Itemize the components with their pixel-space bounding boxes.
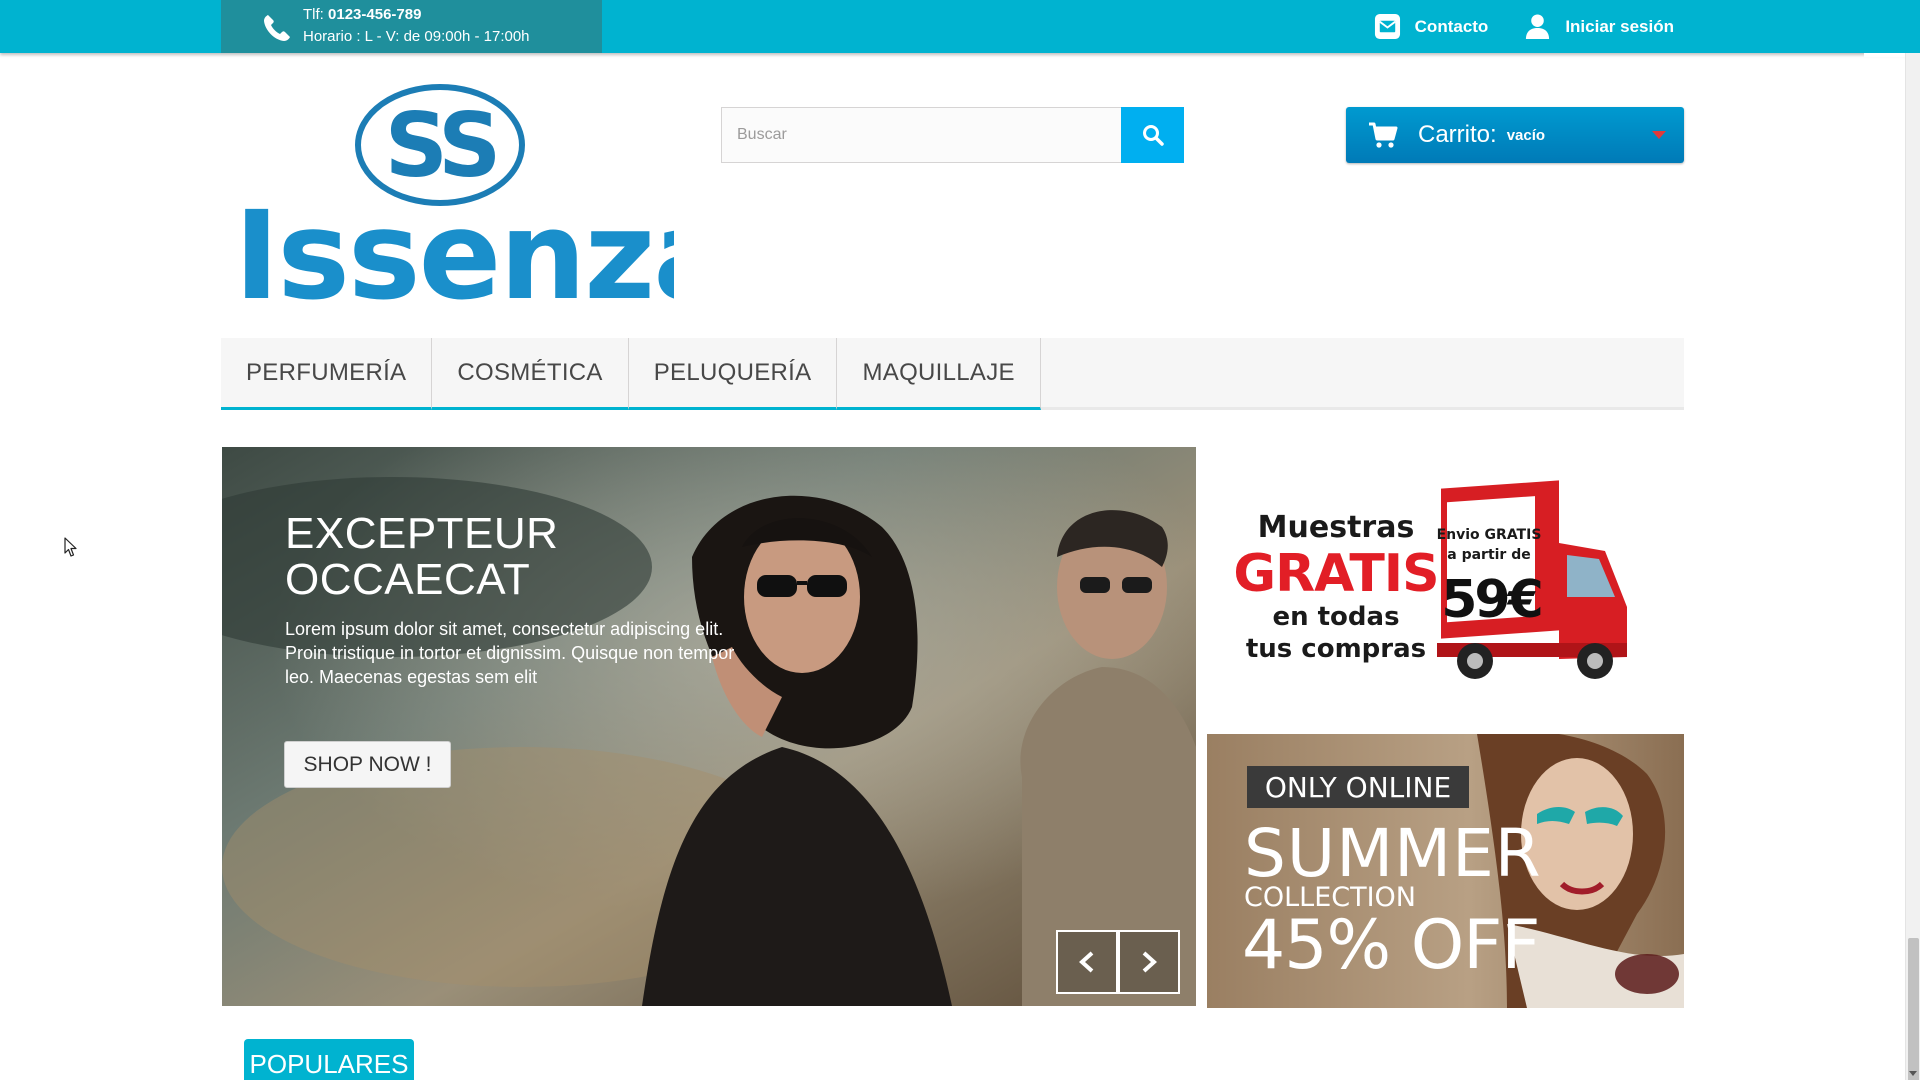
search-form xyxy=(721,107,1184,163)
cart-status: vacío xyxy=(1506,126,1546,144)
envelope-icon xyxy=(1374,13,1400,40)
top-bar: Tlf: 0123-456-789 Horario : L - V: de 09… xyxy=(0,0,1920,53)
login-label: Iniciar sesión xyxy=(1565,16,1674,36)
search-icon xyxy=(1142,125,1164,146)
banner1-line1: Muestras xyxy=(1258,510,1415,545)
slider-prev-button[interactable] xyxy=(1056,930,1118,994)
phone-icon xyxy=(264,15,290,41)
menu-item-perfumeria[interactable]: PERFUMERÍA xyxy=(221,338,433,410)
phone-text: Tlf: 0123-456-789 Horario : L - V: de 09… xyxy=(303,4,530,48)
svg-text:SS: SS xyxy=(385,94,496,197)
banner1-line3: en todas xyxy=(1272,602,1399,632)
chevron-right-icon xyxy=(1142,951,1157,973)
menu-item-maquillaje[interactable]: MAQUILLAJE xyxy=(837,338,1041,410)
tab-populares[interactable]: POPULARES xyxy=(244,1039,414,1080)
main-menu: PERFUMERÍA COSMÉTICA PELUQUERÍA MAQUILLA… xyxy=(221,338,1684,410)
summer-collection-banner[interactable]: ONLY ONLINE SUMMER COLLECTION 45% OFF xyxy=(1207,734,1684,1008)
menu-item-peluqueria[interactable]: PELUQUERÍA xyxy=(628,338,838,410)
slider-nav xyxy=(1056,930,1180,994)
slide-title-line2: OCCAECAT xyxy=(285,555,531,604)
scroll-notch xyxy=(1864,53,1905,57)
cart-icon xyxy=(1369,122,1398,148)
user-icon xyxy=(1526,14,1550,40)
banner2-title: SUMMER xyxy=(1244,815,1542,892)
banner2-tag: ONLY ONLINE xyxy=(1265,771,1451,804)
opening-hours: Horario : L - V: de 09:00h - 17:00h xyxy=(303,28,530,45)
mouse-cursor-icon xyxy=(64,537,77,557)
logo-wordmark: Issenza xyxy=(234,185,674,306)
shop-now-button[interactable]: SHOP NOW ! xyxy=(284,741,451,788)
cart-button[interactable]: Carrito: vacío xyxy=(1346,107,1684,163)
issenza-logo[interactable]: SS Issenza xyxy=(234,84,674,306)
cart-dropdown-icon xyxy=(1652,131,1666,139)
search-input[interactable] xyxy=(721,107,1121,163)
truck-line1: Envio GRATIS xyxy=(1437,527,1542,543)
page-scrollbar[interactable] xyxy=(1905,53,1920,1080)
page-root: Tlf: 0123-456-789 Horario : L - V: de 09… xyxy=(0,0,1920,1080)
menu-item-cosmetica[interactable]: COSMÉTICA xyxy=(432,338,629,410)
banner1-line4: tus compras xyxy=(1246,634,1426,664)
slide-title: EXCEPTEUR OCCAECAT xyxy=(285,511,755,603)
login-link[interactable]: Iniciar sesión xyxy=(1524,13,1674,40)
truck-price: 59€ xyxy=(1441,570,1541,630)
free-shipping-banner[interactable]: Muestras GRATIS en todas tus compras Env… xyxy=(1207,447,1684,719)
slide-text: Lorem ipsum dolor sit amet, consectetur … xyxy=(285,619,735,687)
phone-info-box: Tlf: 0123-456-789 Horario : L - V: de 09… xyxy=(221,0,602,53)
truck-line2: a partir de xyxy=(1447,547,1530,563)
contact-link[interactable]: Contacto xyxy=(1374,13,1489,40)
slide-caption: EXCEPTEUR OCCAECAT Lorem ipsum dolor sit… xyxy=(285,511,755,689)
phone-number: 0123-456-789 xyxy=(328,6,422,23)
home-slider: EXCEPTEUR OCCAECAT Lorem ipsum dolor sit… xyxy=(222,447,1196,1006)
top-links: Contacto Iniciar sesión xyxy=(1374,0,1674,53)
slider-next-button[interactable] xyxy=(1118,930,1180,994)
search-button[interactable] xyxy=(1121,107,1184,163)
cart-label: Carrito: xyxy=(1418,121,1497,148)
chevron-left-icon xyxy=(1079,951,1094,973)
scroll-down-arrow-icon[interactable] xyxy=(1909,1071,1917,1076)
slide-title-line1: EXCEPTEUR xyxy=(285,509,559,558)
contact-label: Contacto xyxy=(1414,16,1489,36)
scrollbar-thumb[interactable] xyxy=(1908,938,1919,1080)
banner1-line2: GRATIS xyxy=(1233,544,1438,604)
banner2-discount: 45% OFF xyxy=(1242,906,1540,985)
phone-label: Tlf: xyxy=(303,6,324,23)
